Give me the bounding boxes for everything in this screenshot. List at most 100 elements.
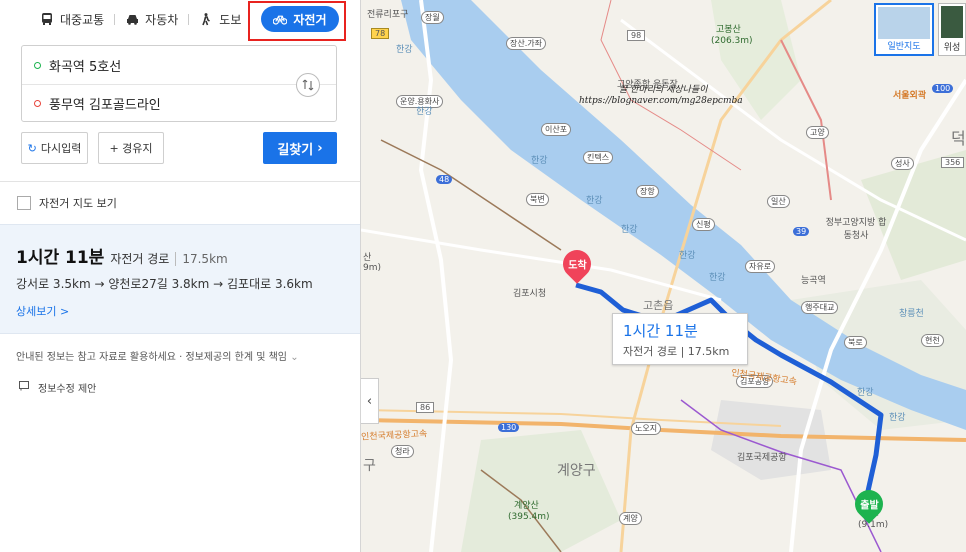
map-label: 자유로 [745, 260, 776, 273]
disclaimer-text[interactable]: 안내된 정보는 참고 자료로 활용하세요 · 정보제공의 한계 및 책임 ⌄ [16, 348, 299, 363]
map-label: 전류리포구 [367, 10, 409, 20]
map-type-normal[interactable]: 일반지도 [874, 3, 934, 56]
origin-field[interactable]: 화곡역 5호선 [22, 46, 336, 84]
arrival-marker-label: 도착 [567, 260, 587, 272]
start-marker-label: 출발 [859, 500, 879, 512]
map-label: 청라 [391, 445, 414, 458]
tab-car[interactable]: 자동차 [115, 6, 188, 32]
swap-arrows-icon [302, 79, 314, 91]
bus-icon [40, 12, 54, 26]
map-label: 장월 [421, 11, 444, 24]
map-label: (395.4m) [508, 512, 550, 522]
map-label: 김포시청 [513, 289, 547, 299]
chevron-right-icon: › [317, 140, 323, 156]
result-type: 자전거 경로 [110, 252, 170, 266]
edit-suggestion-link[interactable]: 정보수정 제안 [19, 380, 96, 395]
waypoint-label: + 경유지 [109, 142, 153, 155]
reset-button[interactable]: ↻ 다시입력 [21, 132, 88, 164]
map-label: 북변 [526, 193, 549, 206]
action-buttons: ↻ 다시입력 + 경유지 길찾기 › [21, 132, 337, 164]
map-label: 한강 [416, 107, 433, 117]
result-path: 강서로 3.5km → 양천로27길 3.8km → 김포대로 3.6km [16, 277, 313, 291]
swap-button[interactable] [296, 73, 320, 97]
map-label: 킨텍스 [583, 151, 614, 164]
reset-label: 다시입력 [40, 142, 82, 155]
map-label: 한강 [621, 225, 638, 235]
map-label: 성사 [891, 157, 914, 170]
map-label: 고양 [806, 126, 829, 139]
map-label: 이산포 [541, 123, 572, 136]
road-shield: 98 [627, 30, 646, 41]
route-input-box: 화곡역 5호선 풍무역 김포골드라인 [21, 45, 337, 122]
tab-transit-label: 대중교통 [60, 12, 105, 27]
map-thumbnail [878, 7, 930, 39]
map-type-normal-label: 일반지도 [887, 42, 921, 52]
tab-walk[interactable]: 도보 [189, 6, 251, 32]
map-label: 서울외곽 [893, 91, 927, 101]
map-label: 장항 [636, 185, 659, 198]
map-label: 고촌읍 [643, 299, 674, 312]
map-label: 김포국제공항 [737, 453, 787, 463]
map-label: 9m) [363, 263, 382, 273]
highlight-box [248, 1, 346, 41]
find-label: 길찾기 [277, 142, 314, 158]
result-title: 1시간 11분 자전거 경로 17.5km [16, 243, 228, 268]
map-label: 한강 [531, 156, 548, 166]
road-shield: 78 [371, 28, 390, 39]
destination-field[interactable]: 풍무역 김포골드라인 [22, 84, 336, 122]
divider [0, 181, 360, 182]
edit-label: 정보수정 제안 [38, 384, 97, 395]
tab-car-label: 자동차 [145, 12, 179, 27]
car-icon [125, 12, 139, 26]
map-label: 한강 [889, 413, 906, 423]
add-waypoint-button[interactable]: + 경유지 [98, 132, 164, 164]
map-label: 덕 [951, 129, 966, 148]
map-type-satellite[interactable]: 위성 [938, 3, 966, 56]
map-label: 일산 [767, 195, 790, 208]
detail-link[interactable]: 상세보기 > [16, 303, 69, 319]
collapse-panel-button[interactable]: ‹ [361, 378, 379, 424]
route-summary-label[interactable]: 1시간 11분 자전거 경로 | 17.5km [612, 313, 748, 365]
map-type-switcher: 일반지도 위성 [874, 3, 966, 56]
map-label: 신평 [692, 218, 715, 231]
map-label: 한강 [709, 273, 726, 283]
result-distance: 17.5km [175, 252, 228, 266]
map-label: 현천 [921, 334, 944, 347]
chevron-down-icon: ⌄ [290, 352, 299, 363]
disclaimer-label: 안내된 정보는 참고 자료로 활용하세요 · 정보제공의 한계 및 책임 [16, 352, 287, 363]
blog-watermark-line2: https://blognaver.com/mg28epcmba [579, 96, 743, 106]
checkbox[interactable] [17, 196, 31, 210]
map-label: 장산.가좌 [506, 37, 546, 50]
road-shield: 100 [932, 84, 954, 93]
map-label: (9.1m) [858, 520, 889, 530]
bike-map-label: 자전거 지도 보기 [39, 197, 117, 210]
map-label: 한강 [857, 388, 874, 398]
map-label: (206.3m) [711, 36, 753, 46]
refresh-icon: ↻ [27, 141, 37, 155]
map-type-satellite-label: 위성 [943, 43, 961, 53]
map-view[interactable]: 전류리포구 장월 장산.가좌 운양.용화사 이산포 킨텍스 북변 장항 신평 김… [361, 0, 966, 552]
origin-text: 화곡역 5호선 [49, 59, 122, 75]
blog-watermark-line1: 끌 한마리의 세상나들이 [619, 85, 708, 95]
map-label: 계양 [619, 512, 642, 525]
road-shield: 86 [416, 402, 435, 413]
road-shield: 39 [793, 227, 810, 236]
route-label-sub: 자전거 경로 | 17.5km [623, 345, 730, 358]
directions-panel: 대중교통 자동차 도보 자전거 화곡역 5호선 풍무역 김포골드라인 ↻ 다시입… [0, 0, 361, 552]
map-label: 산 [363, 253, 372, 263]
road-shield: 130 [498, 423, 520, 432]
chevron-left-icon: ‹ [366, 393, 373, 409]
map-label: 고봉산 [716, 25, 741, 35]
bike-map-toggle[interactable]: 자전거 지도 보기 [17, 195, 117, 211]
destination-dot-icon [34, 100, 41, 107]
map-label: 한강 [586, 196, 603, 206]
tab-transit[interactable]: 대중교통 [30, 6, 114, 32]
result-time: 1시간 11분 [16, 248, 105, 268]
map-label: 정부고양지방 합동청사 [825, 218, 887, 241]
satellite-thumbnail [941, 6, 963, 38]
find-route-button[interactable]: 길찾기 › [263, 132, 337, 164]
map-label: 노오지 [631, 422, 662, 435]
route-result-card[interactable]: 1시간 11분 자전거 경로 17.5km 강서로 3.5km → 양천로27길… [0, 224, 360, 334]
flag-icon [19, 381, 30, 394]
map-label: 구 [363, 458, 376, 474]
